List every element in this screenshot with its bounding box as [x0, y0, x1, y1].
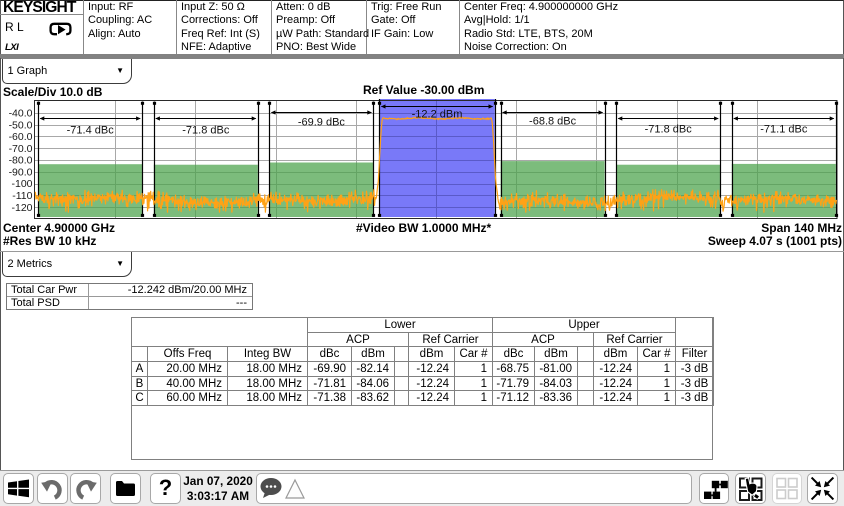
svg-text:-60.0: -60.0 [9, 131, 33, 143]
svg-text:-100: -100 [11, 178, 32, 190]
svg-text:-69.9 dBc: -69.9 dBc [298, 117, 346, 129]
svg-text:-68.8 dBc: -68.8 dBc [529, 115, 577, 127]
svg-text:-71.8 dBc: -71.8 dBc [645, 123, 693, 135]
svg-text:-90.0: -90.0 [9, 166, 33, 178]
svg-text:-120: -120 [11, 202, 32, 214]
svg-text:-80.0: -80.0 [9, 155, 33, 167]
svg-text:-71.8 dBc: -71.8 dBc [182, 125, 230, 137]
svg-text:-12.2 dBm: -12.2 dBm [412, 108, 463, 120]
svg-text:-71.4 dBc: -71.4 dBc [67, 125, 115, 137]
svg-text:-71.1 dBc: -71.1 dBc [760, 123, 808, 135]
svg-text:-110: -110 [12, 190, 32, 202]
svg-text:-70.0: -70.0 [9, 143, 33, 155]
svg-text:-40.0: -40.0 [9, 108, 33, 120]
svg-text:-50.0: -50.0 [9, 119, 33, 131]
